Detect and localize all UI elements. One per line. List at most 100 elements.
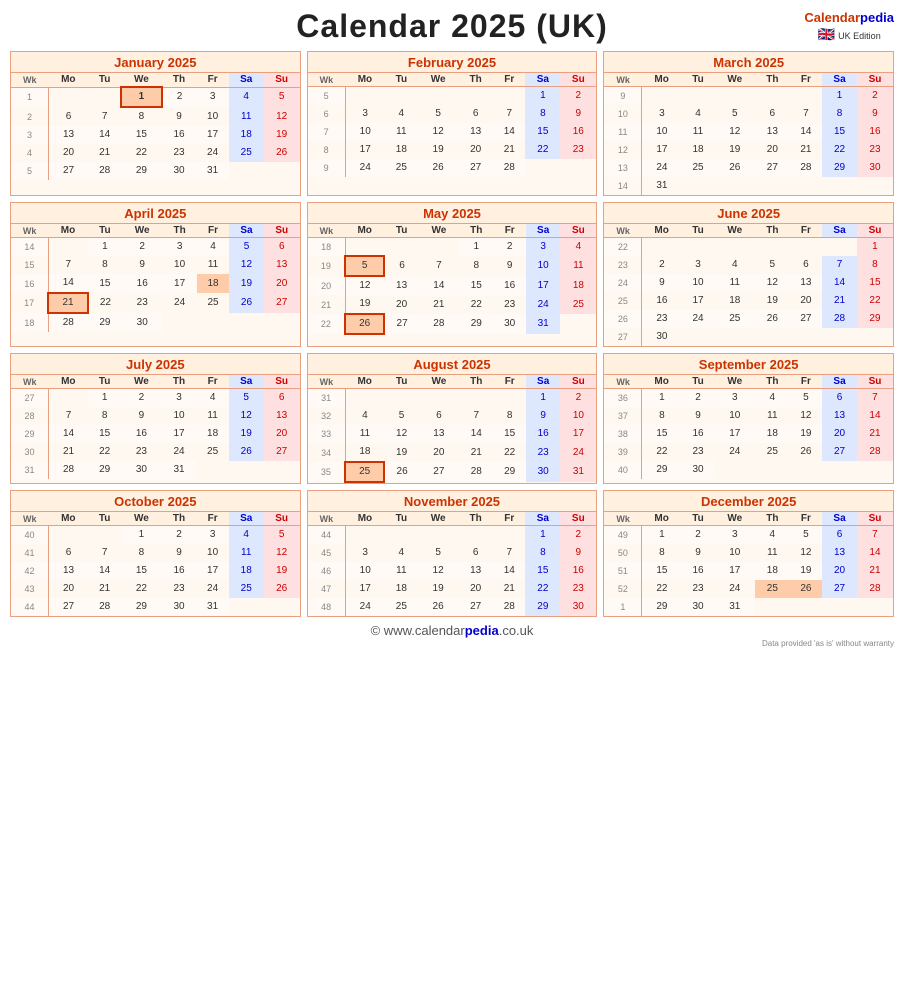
table-row: 33 11 12 13 14 15 16 17 <box>308 425 597 443</box>
table-row: 50 8 9 10 11 12 13 14 <box>604 544 893 562</box>
table-row: 19 5 6 7 8 9 10 11 <box>308 256 597 276</box>
table-row: 3 13 14 15 16 17 18 19 <box>11 126 300 144</box>
table-row: 5 27 28 29 30 31 <box>11 162 300 180</box>
table-row: 5 1 2 <box>308 87 597 106</box>
table-row: 14 1 2 3 4 5 6 <box>11 238 300 257</box>
tu-header: Tu <box>88 73 121 87</box>
month-table-september: Wk Mo Tu We Th Fr Sa Su 36 1 2 <box>604 375 893 479</box>
table-row: 4 20 21 22 23 24 25 26 <box>11 144 300 162</box>
table-row: 26 23 24 25 26 27 28 29 <box>604 310 893 328</box>
table-row: 9 24 25 26 27 28 <box>308 159 597 177</box>
month-title-march: March 2025 <box>604 52 893 73</box>
th-header: Th <box>162 73 197 87</box>
footer-disclaimer: Data provided 'as is' without warranty <box>10 639 894 648</box>
logo: Calendarpedia 🇬🇧 UK Edition <box>804 10 894 43</box>
month-title-may: May 2025 <box>308 203 597 224</box>
table-row: 44 1 2 <box>308 526 597 545</box>
month-title-july: July 2025 <box>11 354 300 375</box>
month-table-november: Wk Mo Tu We Th Fr Sa Su 44 <box>308 512 597 616</box>
logo-pedia: pedia <box>860 10 894 25</box>
table-row: 38 15 16 17 18 19 20 21 <box>604 425 893 443</box>
month-table-june: Wk Mo Tu We Th Fr Sa Su 22 <box>604 224 893 346</box>
month-table-march: Wk Mo Tu We Th Fr Sa Su 9 <box>604 73 893 195</box>
table-row: 8 17 18 19 20 21 22 23 <box>308 141 597 159</box>
month-may: May 2025 Wk Mo Tu We Th Fr Sa Su <box>307 202 598 347</box>
month-table-january: Wk Mo Tu We Th Fr Sa Su 1 <box>11 73 300 180</box>
table-row: 46 10 11 12 13 14 15 16 <box>308 562 597 580</box>
table-row: 28 7 8 9 10 11 12 13 <box>11 407 300 425</box>
table-row: 39 22 23 24 25 26 27 28 <box>604 443 893 461</box>
table-row: 47 17 18 19 20 21 22 23 <box>308 580 597 598</box>
table-row: 23 2 3 4 5 6 7 8 <box>604 256 893 274</box>
month-june: June 2025 Wk Mo Tu We Th Fr Sa Su <box>603 202 894 347</box>
table-row: 36 1 2 3 4 5 6 7 <box>604 389 893 408</box>
month-table-august: Wk Mo Tu We Th Fr Sa Su 31 <box>308 375 597 483</box>
logo-calendar: Calendar <box>804 10 860 25</box>
month-september: September 2025 Wk Mo Tu We Th Fr Sa Su <box>603 353 894 484</box>
table-row: 9 1 2 <box>604 87 893 106</box>
table-row: 45 3 4 5 6 7 8 9 <box>308 544 597 562</box>
table-row: 27 30 <box>604 328 893 346</box>
table-row: 22 26 27 28 29 30 31 <box>308 314 597 334</box>
table-row: 37 8 9 10 11 12 13 14 <box>604 407 893 425</box>
mo-header: Mo <box>49 73 89 87</box>
flag-icon: 🇬🇧 <box>818 26 835 42</box>
month-title-december: December 2025 <box>604 491 893 512</box>
footer-pedia: pedia <box>465 623 499 638</box>
table-row: 17 21 22 23 24 25 26 27 <box>11 293 300 313</box>
header: Calendar 2025 (UK) Calendarpedia 🇬🇧 UK E… <box>10 8 894 45</box>
month-title-january: January 2025 <box>11 52 300 73</box>
month-title-november: November 2025 <box>308 491 597 512</box>
table-row: 32 4 5 6 7 8 9 10 <box>308 407 597 425</box>
sa-header: Sa <box>229 73 264 87</box>
month-title-september: September 2025 <box>604 354 893 375</box>
su-header: Su <box>264 73 300 87</box>
month-table-december: Wk Mo Tu We Th Fr Sa Su 49 1 2 <box>604 512 893 616</box>
table-row: 27 1 2 3 4 5 6 <box>11 389 300 408</box>
table-row: 1 29 30 31 <box>604 598 893 616</box>
table-row: 25 16 17 18 19 20 21 22 <box>604 292 893 310</box>
copyright-text: © www.calendar <box>371 623 465 638</box>
page-title: Calendar 2025 (UK) <box>10 8 894 45</box>
month-january: January 2025 Wk Mo Tu We Th Fr Sa Su <box>10 51 301 196</box>
table-row: 29 14 15 16 17 18 19 20 <box>11 425 300 443</box>
wk-header: Wk <box>11 73 49 87</box>
table-row: 30 21 22 23 24 25 26 27 <box>11 443 300 461</box>
table-row: 44 27 28 29 30 31 <box>11 598 300 616</box>
table-row: 13 24 25 26 27 28 29 30 <box>604 159 893 177</box>
table-row: 21 19 20 21 22 23 24 25 <box>308 295 597 314</box>
fr-header: Fr <box>196 73 228 87</box>
table-row: 12 17 18 19 20 21 22 23 <box>604 141 893 159</box>
table-row: 6 3 4 5 6 7 8 9 <box>308 105 597 123</box>
month-november: November 2025 Wk Mo Tu We Th Fr Sa Su <box>307 490 598 617</box>
month-july: July 2025 Wk Mo Tu We Th Fr Sa Su <box>10 353 301 484</box>
table-row: 51 15 16 17 18 19 20 21 <box>604 562 893 580</box>
month-table-may: Wk Mo Tu We Th Fr Sa Su 18 <box>308 224 597 335</box>
footer: © www.calendarpedia.co.uk <box>10 623 894 638</box>
month-title-june: June 2025 <box>604 203 893 224</box>
month-title-april: April 2025 <box>11 203 300 224</box>
table-row: 18 1 2 3 4 <box>308 238 597 257</box>
month-table-october: Wk Mo Tu We Th Fr Sa Su 40 <box>11 512 300 616</box>
table-row: 11 10 11 12 13 14 15 16 <box>604 123 893 141</box>
table-row: 40 29 30 <box>604 461 893 479</box>
footer-domain: .co.uk <box>499 623 534 638</box>
table-row: 1 1 2 3 4 5 <box>11 87 300 107</box>
month-table-february: Wk Mo Tu We Th Fr Sa Su 5 <box>308 73 597 177</box>
table-row: 20 12 13 14 15 16 17 18 <box>308 276 597 295</box>
table-row: 22 1 <box>604 238 893 257</box>
table-row: 52 22 23 24 25 26 27 28 <box>604 580 893 598</box>
table-row: 14 31 <box>604 177 893 195</box>
table-row: 24 9 10 11 12 13 14 15 <box>604 274 893 292</box>
table-row: 48 24 25 26 27 28 29 30 <box>308 598 597 616</box>
table-row: 18 28 29 30 <box>11 313 300 332</box>
month-december: December 2025 Wk Mo Tu We Th Fr Sa Su <box>603 490 894 617</box>
table-row: 34 18 19 20 21 22 23 24 <box>308 443 597 462</box>
month-august: August 2025 Wk Mo Tu We Th Fr Sa Su <box>307 353 598 484</box>
table-row: 2 6 7 8 9 10 11 12 <box>11 107 300 126</box>
table-row: 40 1 2 3 4 5 <box>11 526 300 545</box>
we-header: We <box>121 73 161 87</box>
table-row: 41 6 7 8 9 10 11 12 <box>11 544 300 562</box>
table-row: 43 20 21 22 23 24 25 26 <box>11 580 300 598</box>
calendar-grid: January 2025 Wk Mo Tu We Th Fr Sa Su <box>10 51 894 617</box>
